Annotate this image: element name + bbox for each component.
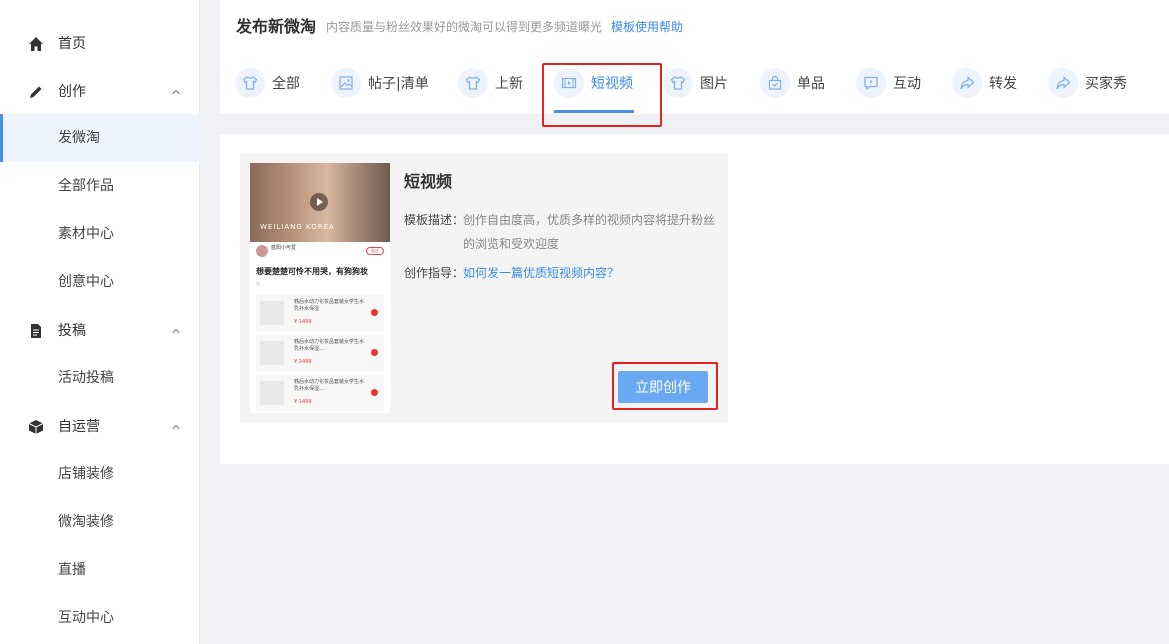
product-price: ¥ 2499 (294, 359, 312, 365)
tab-buyer-show[interactable]: 买家秀 (1048, 67, 1127, 99)
sidebar-item-label: 创作 (58, 84, 86, 100)
sidebar-item-creative-center[interactable]: 创意中心 (0, 258, 200, 306)
tab-label: 单品 (797, 76, 825, 92)
play-icon (310, 193, 328, 211)
sidebar-item-label: 自运营 (58, 419, 100, 435)
sidebar-item-label: 互动中心 (58, 610, 114, 626)
tab-label: 上新 (495, 76, 523, 92)
product-title: 韩后水动力化妆品套装女学生水乳补水保湿… (294, 379, 365, 392)
sidebar-item-label: 直播 (58, 562, 86, 578)
preview-post-title: 想要楚楚可怜不用哭，有狗狗妆 (256, 267, 368, 276)
chevron-up-icon (172, 328, 180, 334)
document-icon (31, 324, 41, 338)
sidebar-item-publish[interactable]: 发微淘 (0, 114, 200, 162)
tab-images[interactable]: 图片 (663, 67, 728, 99)
sidebar-item-label: 微淘装修 (58, 514, 114, 530)
tab-label: 全部 (272, 76, 300, 92)
template-card-short-video: WEILIANG KOREA 蓝阳小可爱 关注 想要楚楚可怜不用哭，有狗狗妆 ◎… (240, 153, 728, 423)
tab-label: 买家秀 (1085, 76, 1127, 92)
chat-icon (856, 68, 886, 98)
sidebar-item-event-submit[interactable]: 活动投稿 (0, 354, 200, 402)
preview-follow-badge: 关注 (366, 247, 384, 255)
tab-label: 帖子|清单 (368, 76, 429, 92)
box-icon (28, 420, 44, 434)
sidebar-item-live[interactable]: 直播 (0, 546, 200, 594)
product-thumbnail (260, 341, 284, 365)
sidebar-group-create[interactable]: 创作 (0, 68, 200, 116)
sidebar-item-label: 首页 (58, 36, 86, 52)
product-thumbnail (260, 381, 284, 405)
tab-label: 图片 (700, 76, 728, 92)
tab-all[interactable]: 全部 (235, 67, 300, 99)
creation-guide-label: 创作指导： (404, 266, 465, 280)
tab-posts-lists[interactable]: 帖子|清单 (331, 67, 429, 99)
tshirt-icon (458, 68, 488, 98)
tshirt-icon (663, 68, 693, 98)
preview-brand-text: WEILIANG KOREA (260, 223, 335, 231)
sidebar-item-weitao-decoration[interactable]: 微淘装修 (0, 498, 200, 546)
create-now-button[interactable]: 立即创作 (618, 371, 708, 403)
creation-guide-link[interactable]: 如何发一篇优质短视频内容？ (463, 264, 619, 282)
active-tab-indicator (554, 110, 634, 113)
sidebar-group-submit[interactable]: 投稿 (0, 307, 200, 355)
chevron-up-icon (172, 89, 180, 95)
product-price: ¥ 1499 (294, 399, 312, 405)
tab-label: 短视频 (591, 76, 633, 92)
tshirt-icon (235, 68, 265, 98)
chevron-up-icon (172, 424, 180, 430)
tab-label: 互动 (893, 76, 921, 92)
sidebar-item-material-center[interactable]: 素材中心 (0, 210, 200, 258)
sidebar-item-label: 店铺装修 (58, 466, 114, 482)
tab-label: 转发 (989, 76, 1017, 92)
eye-icon: ◎ (256, 281, 261, 287)
template-help-link[interactable]: 模板使用帮助 (611, 18, 683, 36)
sidebar-item-label: 素材中心 (58, 226, 114, 242)
image-list-icon (331, 68, 361, 98)
template-title: 短视频 (404, 172, 453, 191)
video-icon (554, 68, 584, 98)
sidebar-item-label: 活动投稿 (58, 370, 114, 386)
avatar (256, 245, 268, 257)
preview-product-item: 韩后水动力化妆品套装女学生水乳补水保湿… ¥ 1499 (256, 375, 384, 411)
product-price: ¥ 1499 (294, 319, 312, 325)
forward-icon (1048, 68, 1078, 98)
page-header: 发布新微淘 内容质量与粉丝效果好的微淘可以得到更多频道曝光 模板使用帮助 全部 … (220, 0, 1169, 114)
page-subtitle: 内容质量与粉丝效果好的微淘可以得到更多频道曝光 (326, 20, 603, 34)
home-icon (29, 37, 43, 51)
sidebar-group-self-operation[interactable]: 自运营 (0, 403, 200, 451)
sidebar-item-label: 发微淘 (58, 130, 100, 146)
product-dot-icon (371, 309, 378, 316)
product-title: 韩后水动力化妆品套装女学生水乳补水保湿… (294, 339, 365, 352)
preview-author-row: 蓝阳小可爱 关注 (256, 245, 386, 259)
template-description: 创作自由度高，优质多样的视频内容将提升粉丝的浏览和受欢迎度 (463, 213, 716, 251)
product-title: 韩后水动力化妆品套装女学生水乳补水保湿 (294, 299, 365, 312)
sidebar-item-label: 投稿 (58, 323, 86, 339)
tab-repost[interactable]: 转发 (952, 67, 1017, 99)
sidebar-item-home[interactable]: 首页 (0, 20, 200, 68)
preview-author-name: 蓝阳小可爱 (271, 245, 297, 251)
shopping-bag-icon (760, 68, 790, 98)
template-preview: WEILIANG KOREA 蓝阳小可爱 关注 想要楚楚可怜不用哭，有狗狗妆 ◎… (250, 163, 390, 413)
tab-new-arrivals[interactable]: 上新 (458, 67, 523, 99)
video-cover-image: WEILIANG KOREA (250, 163, 390, 242)
sidebar-item-all-works[interactable]: 全部作品 (0, 162, 200, 210)
tab-short-video[interactable]: 短视频 (554, 67, 633, 99)
sidebar-item-interaction-center[interactable]: 互动中心 (0, 594, 200, 642)
tab-interaction[interactable]: 互动 (856, 67, 921, 99)
pencil-icon (30, 86, 42, 98)
sidebar-item-label: 创意中心 (58, 274, 114, 290)
template-panel: WEILIANG KOREA 蓝阳小可爱 关注 想要楚楚可怜不用哭，有狗狗妆 ◎… (220, 134, 1169, 464)
preview-product-item: 韩后水动力化妆品套装女学生水乳补水保湿… ¥ 2499 (256, 335, 384, 371)
preview-product-item: 韩后水动力化妆品套装女学生水乳补水保湿 ¥ 1499 (256, 295, 384, 331)
product-dot-icon (371, 349, 378, 356)
tab-single-item[interactable]: 单品 (760, 67, 825, 99)
product-dot-icon (371, 389, 378, 396)
sidebar: 首页 创作 发微淘 全部作品 素材中心 创意中心 投稿 活动投稿 自运营 店铺装… (0, 0, 200, 644)
forward-icon (952, 68, 982, 98)
page-title: 发布新微淘 (236, 17, 317, 36)
sidebar-item-label: 全部作品 (58, 178, 114, 194)
sidebar-item-shop-decoration[interactable]: 店铺装修 (0, 450, 200, 498)
product-thumbnail (260, 301, 284, 325)
template-description-label: 模板描述： (404, 213, 465, 227)
